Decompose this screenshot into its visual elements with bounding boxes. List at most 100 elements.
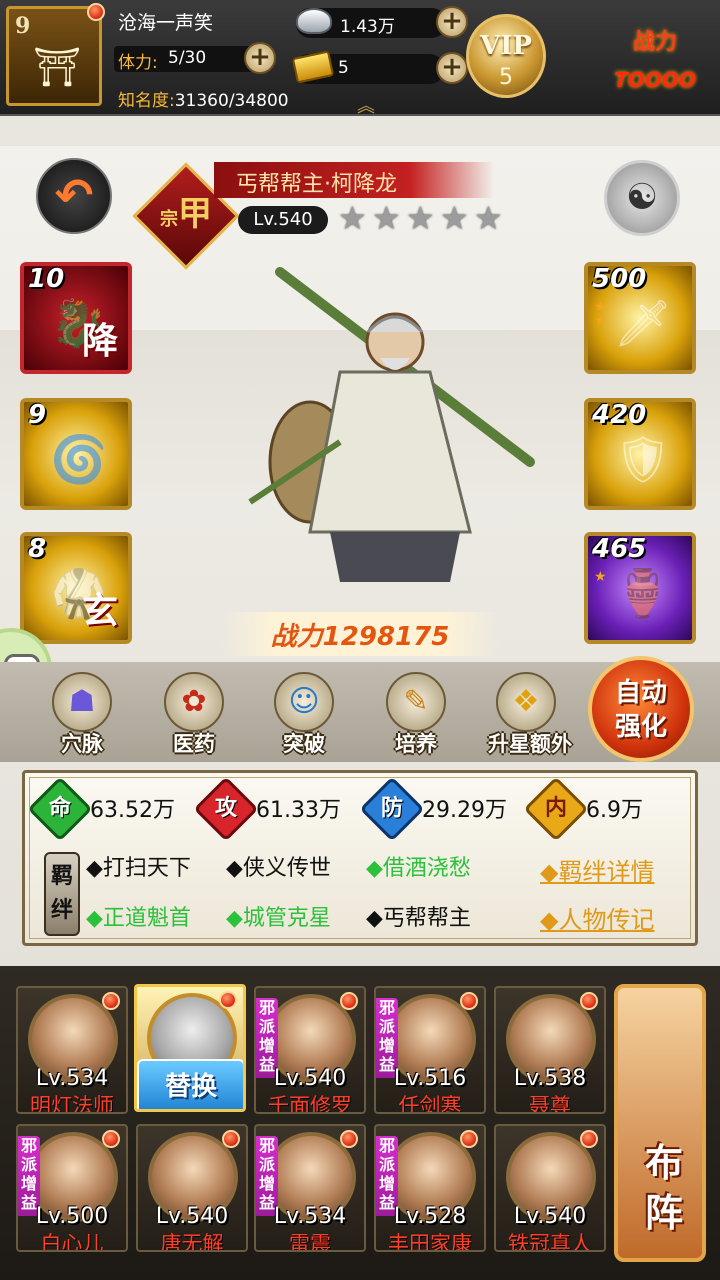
star-icon: ★ xyxy=(474,199,503,237)
meridian-icon: ☗ xyxy=(52,672,112,732)
member-name: 丰田家康 xyxy=(388,1232,472,1252)
swap-button[interactable]: 替换 xyxy=(137,1059,243,1109)
hero-power-banner: 战力1298175 xyxy=(220,612,500,656)
member-level: Lv.540 xyxy=(155,1204,229,1229)
member-name: 雷震 xyxy=(289,1232,331,1252)
back-arrow-icon[interactable]: ↶ xyxy=(36,158,112,234)
hero-title: 丐帮帮主·柯降龙 xyxy=(236,172,397,197)
equip-count: 420 xyxy=(592,400,647,430)
member-level: Lv.540 xyxy=(513,1204,587,1229)
fame-value: 31360/34800 xyxy=(174,91,289,111)
member-name: 明灯法师 xyxy=(30,1094,114,1114)
gold-bar-icon xyxy=(291,50,335,84)
stamina-value: 5/30 xyxy=(168,48,207,68)
equip-card-weapon[interactable]: 500 ★ ★ 🗡 xyxy=(584,262,696,374)
action-label: 升星额外 xyxy=(488,732,572,756)
notification-dot xyxy=(87,3,105,21)
skill-char: 降 xyxy=(81,321,118,362)
player-avatar[interactable]: 9 ⛩ xyxy=(6,3,105,106)
action-breakthrough[interactable]: ☺ 突破 xyxy=(256,666,352,762)
team-member[interactable]: 邪派增益 Lv.516 任剑寒 xyxy=(374,986,486,1114)
vip-badge[interactable]: VIP 5 xyxy=(466,14,546,98)
equip-stars: ★ xyxy=(594,569,607,585)
member-name: 铁冠真人 xyxy=(508,1232,592,1252)
rank-text: 宗甲 xyxy=(160,194,212,234)
breakthrough-icon: ☺ xyxy=(274,672,334,732)
equip-stars: ★ ★ xyxy=(594,299,607,329)
bond-item: ◆侠义传世 xyxy=(226,856,331,881)
def-value: 29.29万 xyxy=(422,798,507,823)
team-member[interactable]: Lv.538 聂尊 xyxy=(494,986,606,1114)
fame-row: 知名度:31360/34800 xyxy=(118,86,289,111)
team-member[interactable]: Lv.540 铁冠真人 xyxy=(494,1124,606,1252)
notification-dot xyxy=(219,991,237,1009)
member-name: 唐无解 xyxy=(160,1232,224,1252)
bond-item: ◆丐帮帮主 xyxy=(366,906,471,931)
action-star-up[interactable]: ❖ 升星额外 xyxy=(478,666,582,762)
member-level: Lv.534 xyxy=(35,1066,109,1091)
bond-item: ◆打扫天下 xyxy=(86,856,191,881)
expand-chevron-icon[interactable]: ︽ xyxy=(346,92,386,117)
teapot-icon: 🏺 xyxy=(614,566,672,620)
bond-item: ◆城管克星 xyxy=(226,906,331,931)
hero-figure xyxy=(248,267,535,582)
team-member[interactable]: Lv.534 明灯法师 xyxy=(16,986,128,1114)
action-label: 培养 xyxy=(395,732,437,756)
member-name: 聂尊 xyxy=(529,1094,571,1114)
skill-card-2[interactable]: 9 🌀 xyxy=(20,398,132,510)
skill-card-1[interactable]: 10 🐉 降 xyxy=(20,262,132,374)
pagoda-icon: ⛩ xyxy=(33,45,82,89)
action-label: 医药 xyxy=(173,732,215,756)
inner-badge: 内 xyxy=(544,796,567,821)
medicine-icon: ✿ xyxy=(164,672,224,732)
star-icon: ★ xyxy=(338,199,367,237)
combat-power-art: TOOOO xyxy=(614,68,696,92)
swirl-icon: 🌀 xyxy=(50,432,108,486)
team-member[interactable]: 邪派增益 Lv.528 丰田家康 xyxy=(374,1124,486,1252)
team-member[interactable]: Lv.540 唐无解 xyxy=(136,1124,248,1252)
bond-tag: 羁绊 xyxy=(44,852,80,936)
cultivate-icon: ✎ xyxy=(386,672,446,732)
formation-label: 布阵 xyxy=(644,1141,683,1235)
atk-badge: 攻 xyxy=(214,796,237,821)
skill-card-3[interactable]: 8 🥋 玄 xyxy=(20,532,132,644)
star-icon: ★ xyxy=(372,199,401,237)
skill-char: 玄 xyxy=(81,591,118,632)
stamina-bar: 体力: 5/30 xyxy=(114,46,254,73)
combat-power-button[interactable]: 战力 TOOOO xyxy=(596,12,714,102)
action-meridian[interactable]: ☗ 穴脉 xyxy=(34,666,130,762)
action-cultivate[interactable]: ✎ 培养 xyxy=(368,666,464,762)
notification-dot xyxy=(460,1130,478,1148)
team-member[interactable]: 邪派增益 Lv.540 千面修罗 xyxy=(254,986,366,1114)
notification-dot xyxy=(460,992,478,1010)
skill-count: 8 xyxy=(28,534,47,564)
notification-dot xyxy=(340,992,358,1010)
stamina-label: 体力: xyxy=(118,53,158,73)
notification-dot xyxy=(340,1130,358,1148)
medal-icon[interactable]: ☯ xyxy=(604,160,680,236)
fame-label: 知名度: xyxy=(118,91,175,111)
star-icon: ★ xyxy=(440,199,469,237)
auto-enhance-button[interactable]: 自动 强化 xyxy=(588,656,694,762)
equip-card-accessory[interactable]: 465 ★ 🏺 xyxy=(584,532,696,644)
team-member[interactable]: 邪派增益 Lv.534 雷震 xyxy=(254,1124,366,1252)
player-name: 沧海一声笑 xyxy=(118,12,214,34)
vip-label: VIP xyxy=(480,31,532,61)
member-name: 千面修罗 xyxy=(268,1094,352,1114)
silver-value: 1.43万 xyxy=(340,17,395,37)
biography-link[interactable]: ◆人物传记 xyxy=(540,900,654,935)
member-level: Lv.538 xyxy=(513,1066,587,1091)
member-name: 任剑寒 xyxy=(398,1094,462,1114)
formation-button[interactable]: 布阵 xyxy=(614,984,706,1262)
team-member[interactable]: 邪派增益 Lv.500 白心儿 xyxy=(16,1124,128,1252)
gold-resource: 5 xyxy=(291,50,444,84)
team-member-selected[interactable]: 替换 xyxy=(134,984,246,1112)
add-stamina-button[interactable]: + xyxy=(244,42,276,74)
bond-detail-link[interactable]: ◆羁绊详情 xyxy=(540,852,654,887)
action-medicine[interactable]: ✿ 医药 xyxy=(146,666,242,762)
add-silver-button[interactable]: + xyxy=(436,6,468,38)
equip-card-armor[interactable]: 420 🛡 xyxy=(584,398,696,510)
member-level: Lv.516 xyxy=(393,1066,467,1091)
member-level: Lv.528 xyxy=(393,1204,467,1229)
add-gold-button[interactable]: + xyxy=(436,52,468,84)
